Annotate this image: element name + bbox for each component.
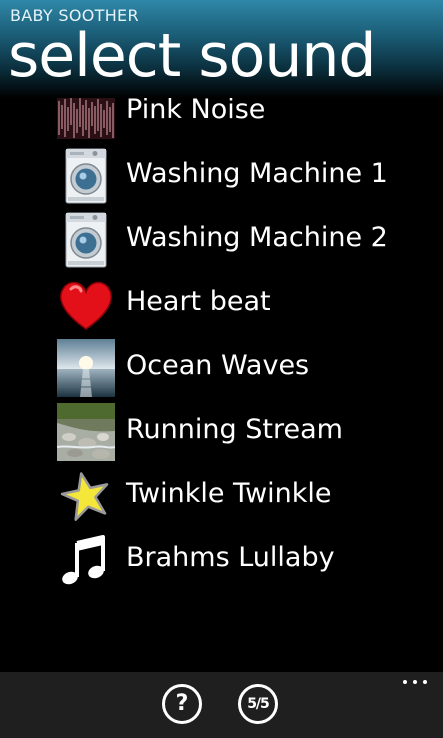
list-item-running-stream[interactable]: Running Stream bbox=[0, 400, 443, 464]
stream-icon bbox=[56, 403, 116, 461]
list-item-label: Brahms Lullaby bbox=[126, 542, 335, 573]
ocean-icon bbox=[57, 339, 115, 397]
list-item-twinkle-twinkle[interactable]: Twinkle Twinkle bbox=[0, 464, 443, 528]
heart-icon bbox=[57, 275, 115, 333]
list-item-label: Ocean Waves bbox=[126, 350, 310, 381]
header: BABY SOOTHER select sound bbox=[0, 0, 443, 98]
music-note-icon bbox=[57, 531, 115, 589]
list-item-label: Washing Machine 1 bbox=[126, 158, 388, 189]
more-dots-icon[interactable] bbox=[401, 674, 431, 688]
washing-machine-icon bbox=[57, 211, 115, 269]
sound-list[interactable]: Pink Noise Washing Machine 1 Washing Mac… bbox=[0, 78, 443, 672]
list-item-washing-machine-2[interactable]: Washing Machine 2 bbox=[0, 208, 443, 272]
list-item-label: Heart beat bbox=[126, 286, 271, 317]
list-item-heart-beat[interactable]: Heart beat bbox=[0, 272, 443, 336]
washing-machine-icon bbox=[57, 147, 115, 205]
list-item-label: Twinkle Twinkle bbox=[126, 478, 332, 509]
app-bar: ? 5/5 bbox=[0, 672, 443, 738]
list-item-label: Running Stream bbox=[126, 414, 343, 445]
list-item-ocean-waves[interactable]: Ocean Waves bbox=[0, 336, 443, 400]
list-item-washing-machine-1[interactable]: Washing Machine 1 bbox=[0, 144, 443, 208]
page-title: select sound bbox=[8, 21, 376, 91]
screen: BABY SOOTHER select sound Pink Noise Was… bbox=[0, 0, 443, 738]
count-button[interactable]: 5/5 bbox=[238, 684, 278, 724]
help-button[interactable]: ? bbox=[162, 684, 202, 724]
list-item-label: Washing Machine 2 bbox=[126, 222, 388, 253]
star-icon bbox=[57, 467, 115, 525]
list-item-brahms-lullaby[interactable]: Brahms Lullaby bbox=[0, 528, 443, 592]
